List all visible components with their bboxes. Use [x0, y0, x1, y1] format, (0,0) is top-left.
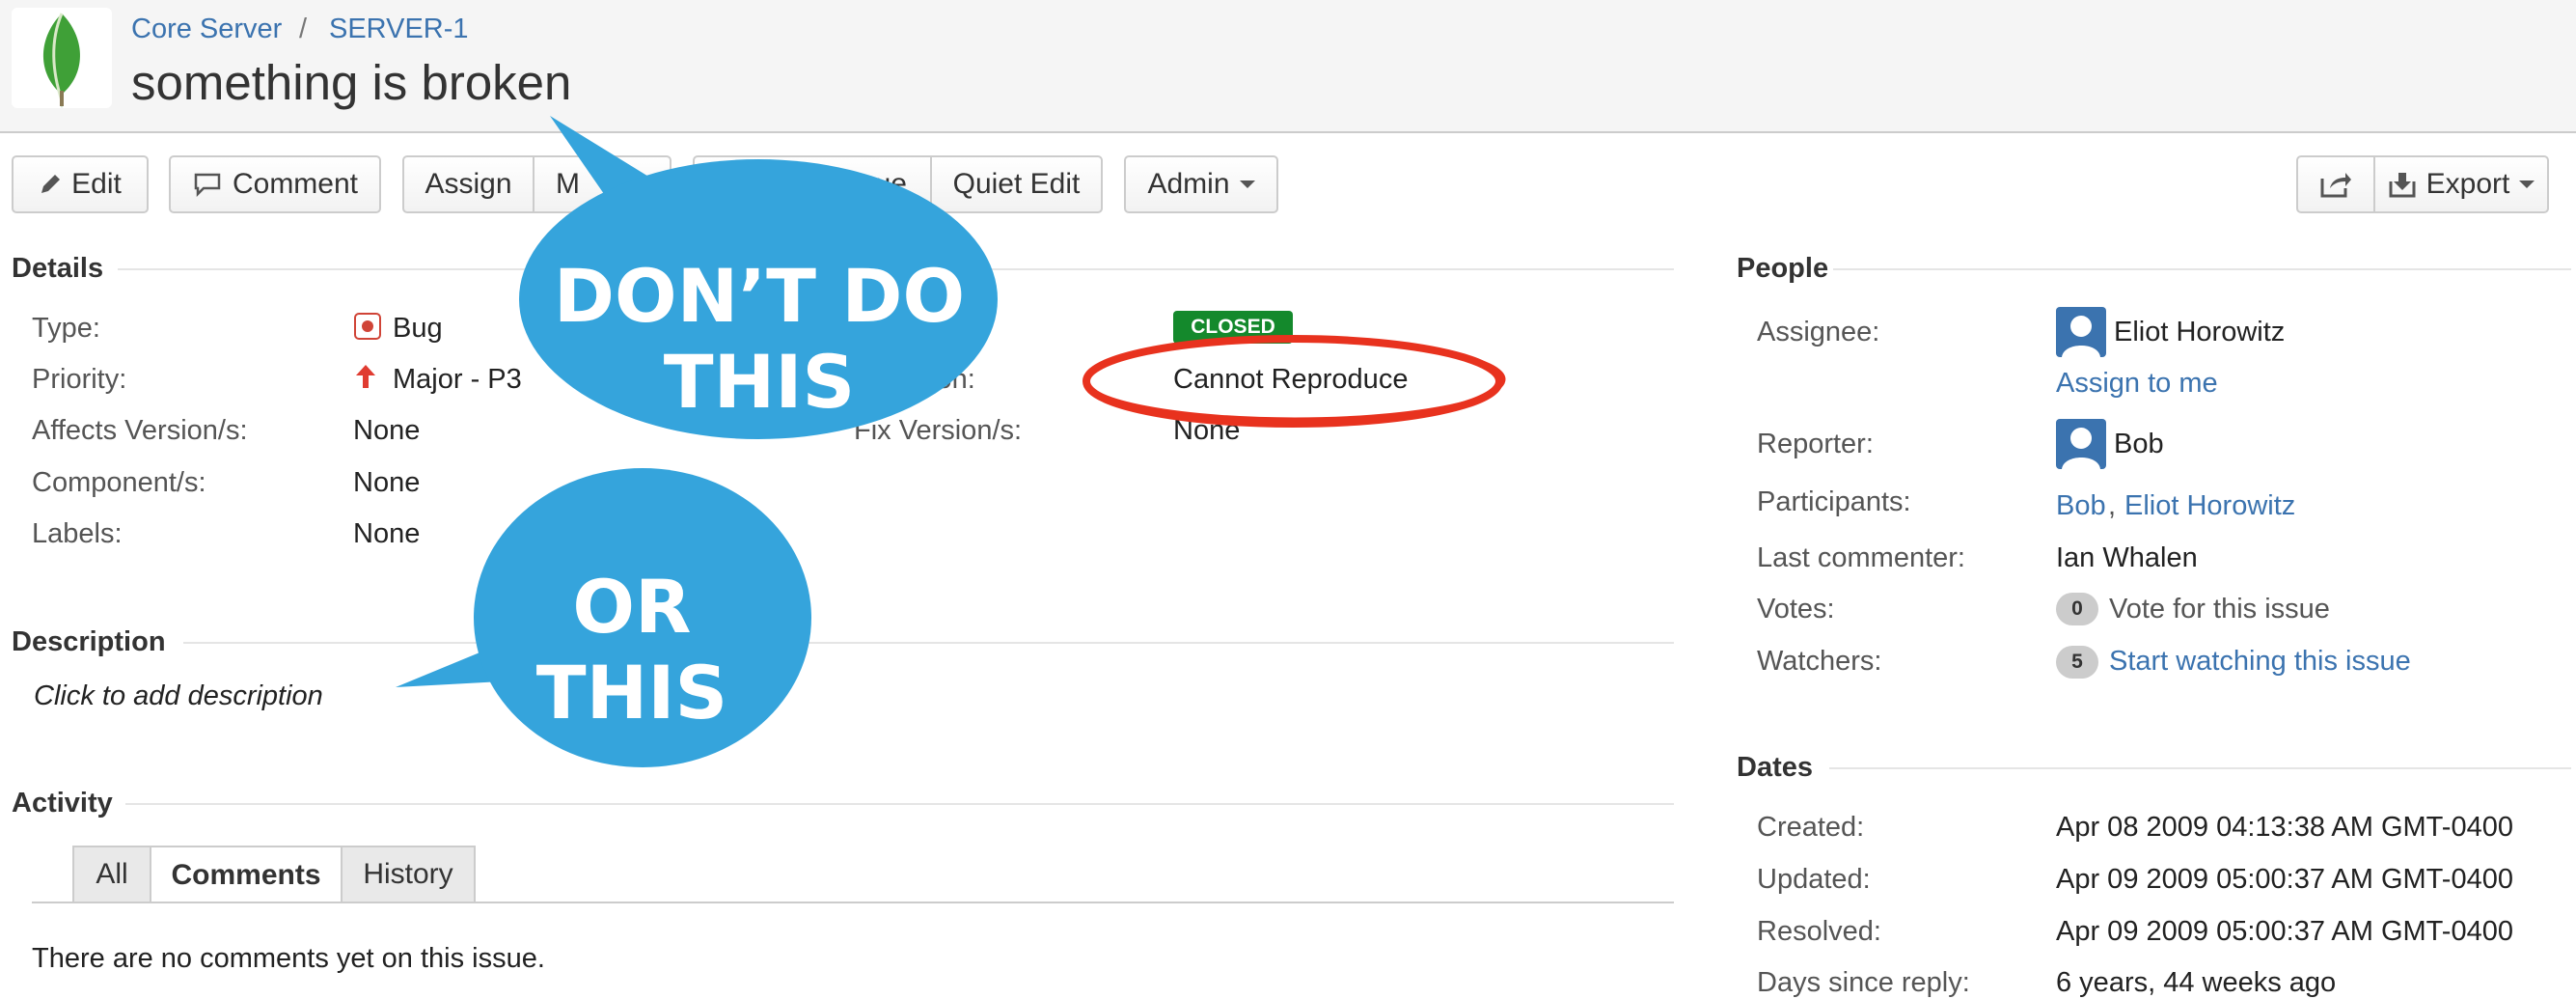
bubble-1-text: DON’T DO THIS: [553, 253, 966, 425]
bubble-2-text: OR THIS: [535, 564, 728, 735]
red-circle-annotation: [1082, 335, 1506, 428]
annotation-overlay: [396, 116, 1506, 767]
